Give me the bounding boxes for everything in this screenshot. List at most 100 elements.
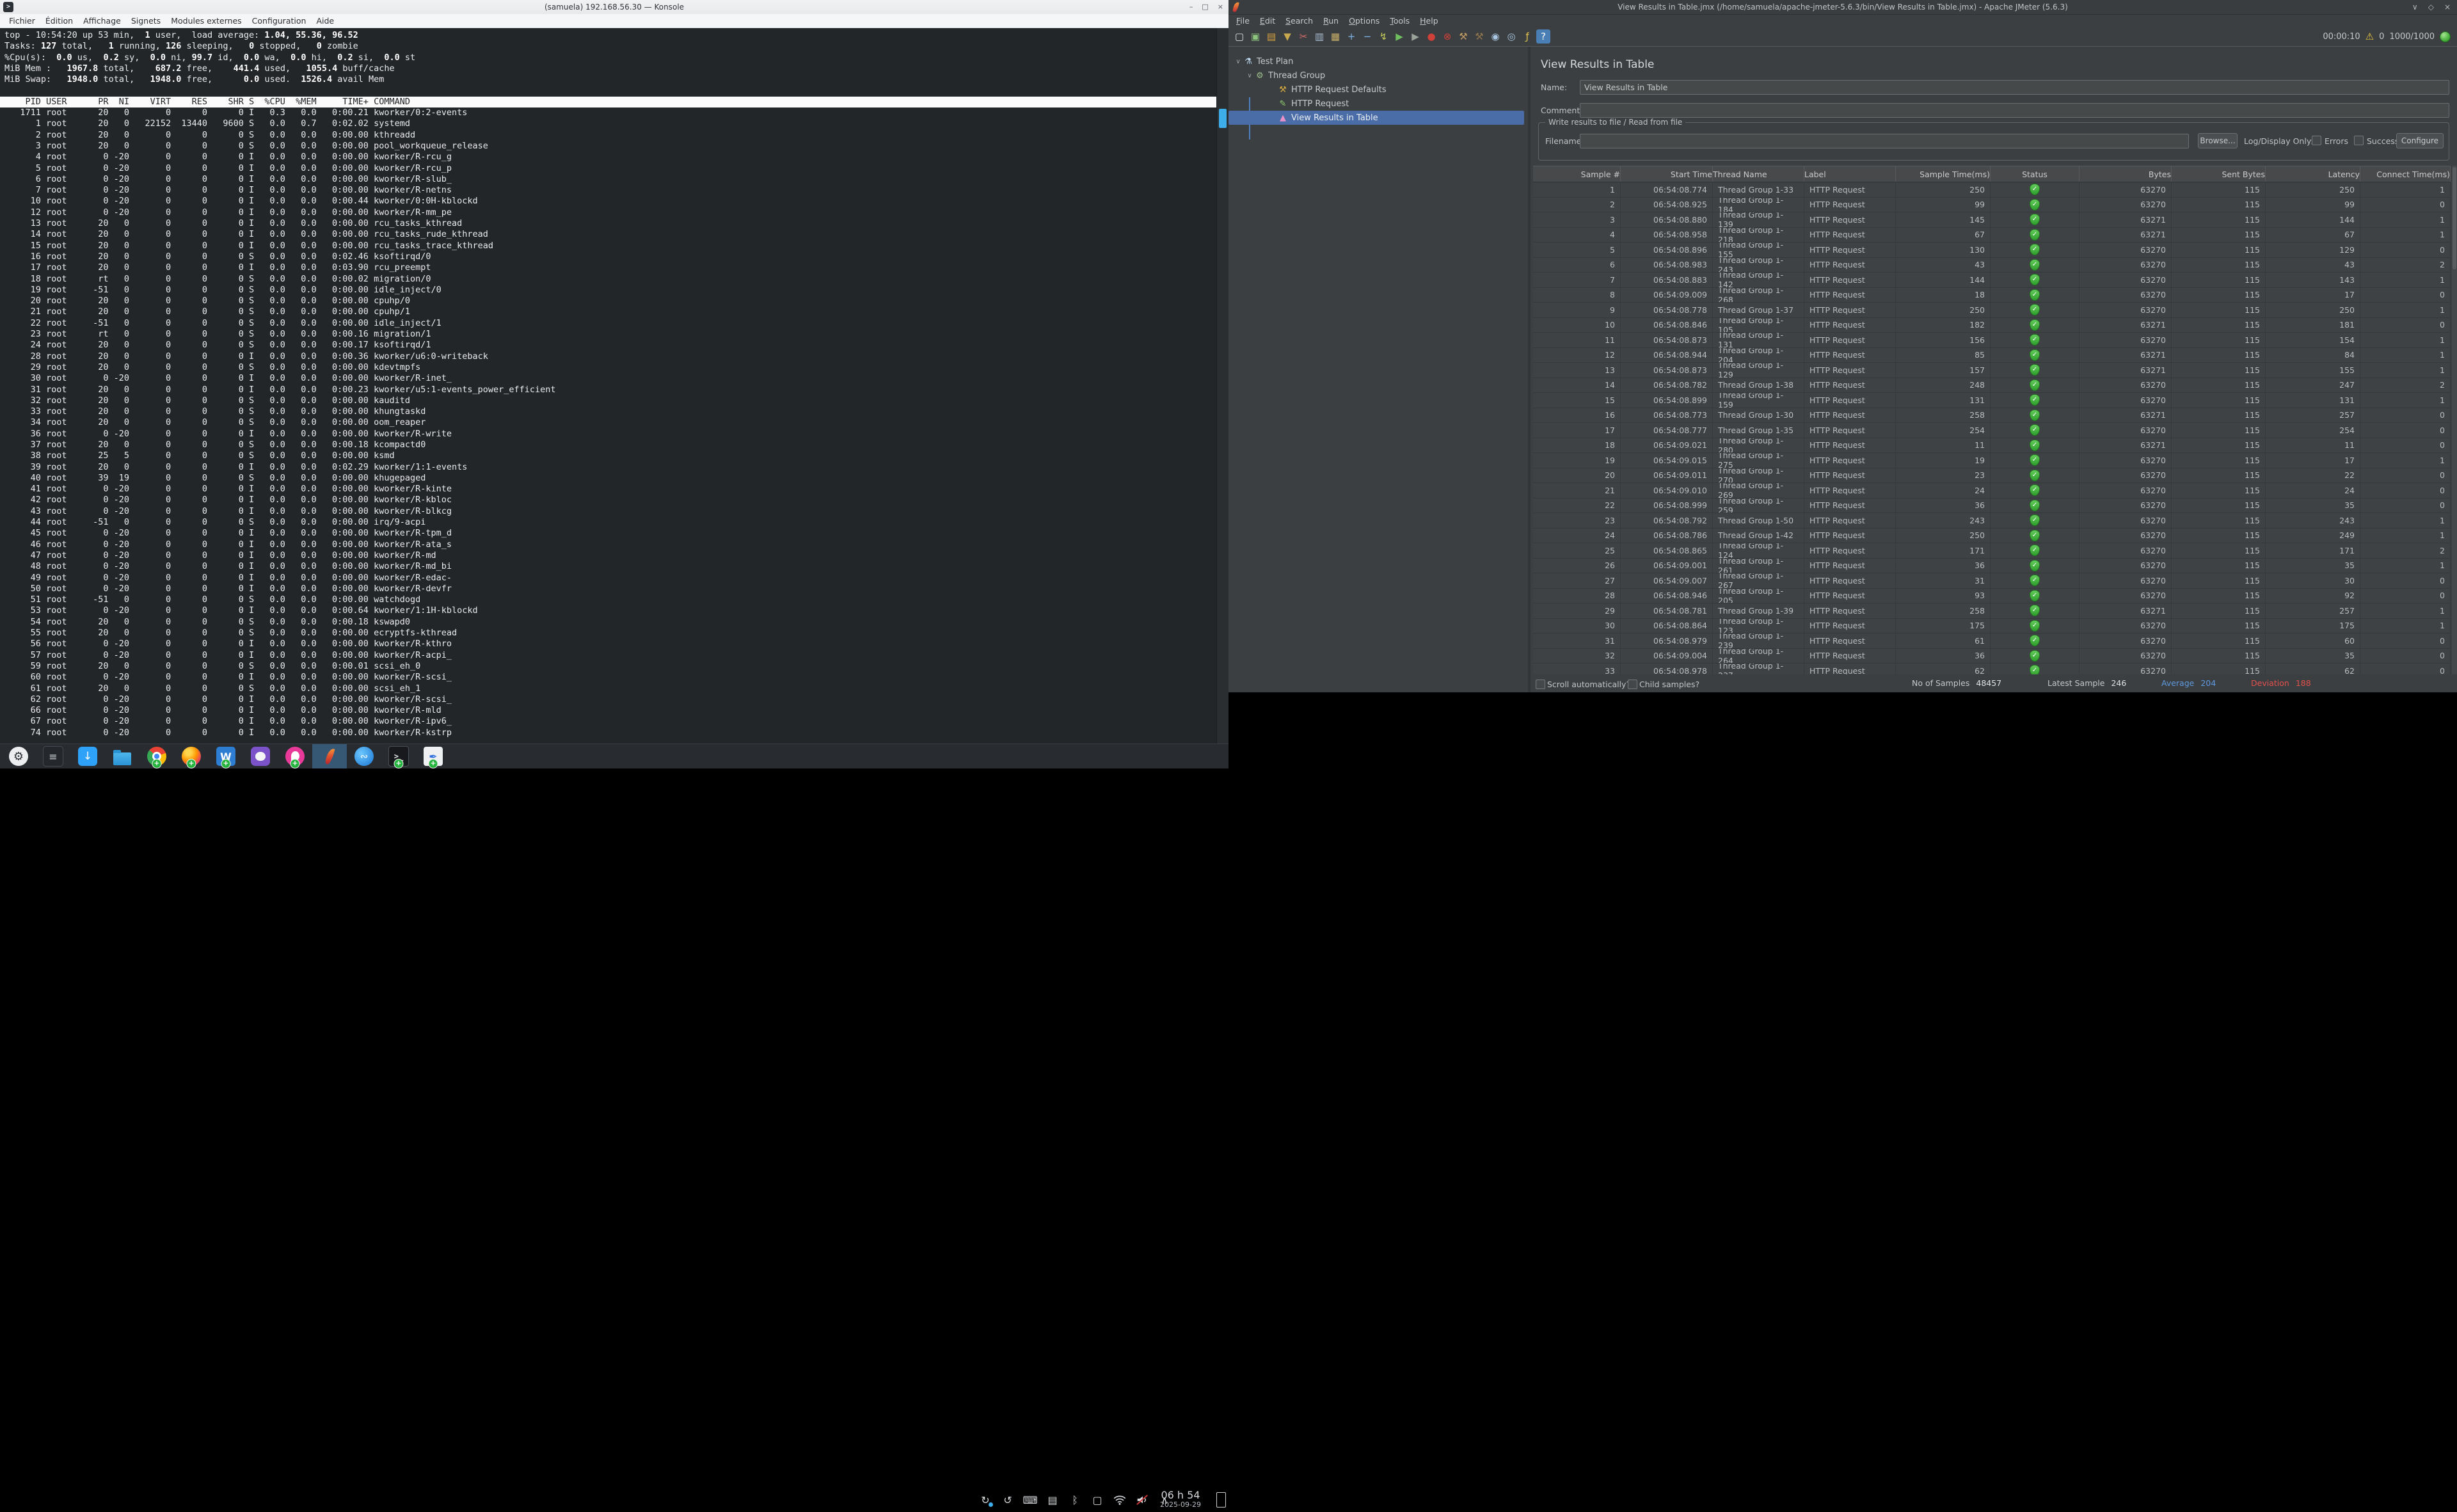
scroll-automatically-checkbox[interactable] xyxy=(1536,680,1545,689)
taskbar-firefox-icon[interactable]: + xyxy=(174,744,209,768)
toolbar-paste-icon[interactable]: ▦ xyxy=(1328,29,1342,44)
close-icon[interactable]: × xyxy=(1218,0,1223,14)
toolbar-cut-icon[interactable]: ✂ xyxy=(1296,29,1310,44)
table-row[interactable]: 906:54:08.778Thread Group 1-37HTTP Reque… xyxy=(1533,303,2451,318)
table-row[interactable]: 1406:54:08.782Thread Group 1-38HTTP Requ… xyxy=(1533,378,2451,394)
wifi-network-icon[interactable] xyxy=(1112,1492,1127,1508)
table-row[interactable]: 1606:54:08.773Thread Group 1-30HTTP Requ… xyxy=(1533,408,2451,424)
table-row[interactable]: 2106:54:09.010Thread Group 1-269HTTP Req… xyxy=(1533,483,2451,498)
table-row[interactable]: 2506:54:08.865Thread Group 1-124HTTP Req… xyxy=(1533,543,2451,559)
table-row[interactable]: 1306:54:08.873Thread Group 1-129HTTP Req… xyxy=(1533,363,2451,378)
table-row[interactable]: 1806:54:09.021Thread Group 1-280HTTP Req… xyxy=(1533,438,2451,454)
table-row[interactable]: 406:54:08.958Thread Group 1-218HTTP Requ… xyxy=(1533,228,2451,243)
jmeter-titlebar[interactable]: View Results in Table.jmx (/home/samuela… xyxy=(1228,0,2457,15)
maximize-icon[interactable]: ◇ xyxy=(2428,0,2434,14)
browse-button[interactable]: Browse... xyxy=(2198,133,2238,148)
column-header-sample-time-ms[interactable]: Sample Time(ms) xyxy=(1896,166,1991,182)
taskbar-discover-icon[interactable]: ↓ xyxy=(70,744,105,768)
taskbar-apache-jmeter-icon[interactable] xyxy=(312,744,347,768)
column-header-thread-name[interactable]: Thread Name xyxy=(1713,166,1804,182)
konsole-menu-dition[interactable]: Édition xyxy=(40,16,78,26)
table-row[interactable]: 1106:54:08.873Thread Group 1-131HTTP Req… xyxy=(1533,333,2451,348)
taskbar-app-launcher-icon[interactable]: ⚙ xyxy=(1,744,36,768)
chevron-down-icon[interactable]: ∨ xyxy=(1245,72,1254,79)
table-row[interactable]: 106:54:08.774Thread Group 1-33HTTP Reque… xyxy=(1533,182,2451,198)
taskbar-chrome-icon[interactable]: + xyxy=(139,744,174,768)
jmeter-menu-tools[interactable]: Tools xyxy=(1385,16,1415,26)
table-row[interactable]: 2306:54:08.792Thread Group 1-50HTTP Requ… xyxy=(1533,513,2451,529)
tree-item-test-plan[interactable]: ∨⚗Test Plan xyxy=(1228,54,1528,68)
errors-checkbox[interactable] xyxy=(2312,136,2321,145)
taskbar-scribus-icon[interactable]: ✒+ xyxy=(416,744,450,768)
toolbar-expand-add-icon[interactable]: + xyxy=(1344,29,1358,44)
table-row[interactable]: 2706:54:09.007Thread Group 1-267HTTP Req… xyxy=(1533,573,2451,589)
terminal-scrollbar[interactable] xyxy=(1216,28,1228,744)
show-desktop-button[interactable] xyxy=(1216,1492,1226,1508)
name-input[interactable] xyxy=(1580,80,2449,95)
table-row[interactable]: 3306:54:08.978Thread Group 1-237HTTP Req… xyxy=(1533,664,2451,674)
configure-button[interactable]: Configure xyxy=(2396,133,2444,148)
close-icon[interactable]: × xyxy=(2444,0,2451,14)
tree-item-http-request-defaults[interactable]: ⚒HTTP Request Defaults xyxy=(1228,83,1528,97)
results-scrollbar[interactable] xyxy=(2452,166,2457,674)
toolbar-stop-icon[interactable]: ● xyxy=(1424,29,1438,44)
toolbar-function-helper-icon[interactable]: ƒ xyxy=(1520,29,1534,44)
konsole-menu-configuration[interactable]: Configuration xyxy=(247,16,312,26)
table-row[interactable]: 2906:54:08.781Thread Group 1-39HTTP Requ… xyxy=(1533,603,2451,619)
jmeter-menu-edit[interactable]: Edit xyxy=(1255,16,1280,26)
table-row[interactable]: 806:54:09.009Thread Group 1-268HTTP Requ… xyxy=(1533,288,2451,303)
jmeter-menu-options[interactable]: Options xyxy=(1344,16,1385,26)
jmeter-menu-search[interactable]: Search xyxy=(1280,16,1318,26)
konsole-menu-affichage[interactable]: Affichage xyxy=(78,16,126,26)
child-samples-checkbox[interactable] xyxy=(1628,680,1637,689)
taskbar-konsole-icon[interactable]: >_+ xyxy=(381,744,416,768)
keyboard-layout-icon[interactable]: ⌨ xyxy=(1022,1492,1038,1508)
filename-input[interactable] xyxy=(1580,134,2189,148)
toolbar-start-no-timers-icon[interactable]: ▶ xyxy=(1408,29,1422,44)
column-header-sample[interactable]: Sample # xyxy=(1533,166,1621,182)
table-row[interactable]: 1006:54:08.846Thread Group 1-105HTTP Req… xyxy=(1533,318,2451,333)
column-header-connect-time-ms[interactable]: Connect Time(ms) xyxy=(2360,166,2451,182)
toolbar-start-icon[interactable]: ▶ xyxy=(1392,29,1406,44)
table-row[interactable]: 306:54:08.880Thread Group 1-139HTTP Requ… xyxy=(1533,212,2451,228)
taskbar-falkon-browser-icon[interactable]: ∾ xyxy=(347,744,381,768)
toolbar-new-test-plan-icon[interactable]: ▢ xyxy=(1232,29,1246,44)
toolbar-save-icon[interactable]: ▼ xyxy=(1280,29,1294,44)
taskbar-file-manager-icon[interactable] xyxy=(105,744,139,768)
tree-item-view-results-in-table[interactable]: ▲View Results in Table xyxy=(1228,111,1524,125)
toolbar-help-icon[interactable]: ? xyxy=(1536,29,1550,44)
konsole-menu-modules-externes[interactable]: Modules externes xyxy=(166,16,246,26)
jmeter-menu-run[interactable]: Run xyxy=(1318,16,1344,26)
konsole-menu-signets[interactable]: Signets xyxy=(126,16,166,26)
table-row[interactable]: 3106:54:08.979Thread Group 1-239HTTP Req… xyxy=(1533,633,2451,649)
table-row[interactable]: 2606:54:09.001Thread Group 1-261HTTP Req… xyxy=(1533,559,2451,574)
column-header-start-time[interactable]: Start Time xyxy=(1621,166,1713,182)
taskbar-vmware-workstation-icon[interactable]: W+ xyxy=(209,744,243,768)
table-row[interactable]: 1906:54:09.015Thread Group 1-275HTTP Req… xyxy=(1533,453,2451,468)
display-configuration-icon[interactable]: ▢ xyxy=(1090,1492,1105,1508)
toolbar-copy-icon[interactable]: ▥ xyxy=(1312,29,1326,44)
volume-muted-icon[interactable] xyxy=(1134,1492,1150,1508)
table-row[interactable]: 706:54:08.883Thread Group 1-142HTTP Requ… xyxy=(1533,273,2451,288)
taskbar-github-desktop-icon[interactable] xyxy=(243,744,278,768)
taskbar-system-settings-icon[interactable]: ≡ xyxy=(36,744,70,768)
toolbar-search-icon[interactable]: ◉ xyxy=(1488,29,1502,44)
minimize-icon[interactable]: ∨ xyxy=(2412,0,2418,14)
toolbar-reset-search-icon[interactable]: ◎ xyxy=(1504,29,1518,44)
toolbar-collapse-remove-icon[interactable]: − xyxy=(1360,29,1374,44)
toolbar-shutdown-icon[interactable]: ⊗ xyxy=(1440,29,1454,44)
table-row[interactable]: 1206:54:08.944Thread Group 1-204HTTP Req… xyxy=(1533,348,2451,363)
minimize-icon[interactable]: – xyxy=(1189,0,1193,14)
toolbar-clear-all-icon[interactable]: ⚒ xyxy=(1472,29,1486,44)
taskbar-media-player-icon[interactable]: + xyxy=(278,744,312,768)
table-row[interactable]: 1706:54:08.777Thread Group 1-35HTTP Requ… xyxy=(1533,423,2451,438)
toolbar-templates-icon[interactable]: ▣ xyxy=(1248,29,1262,44)
table-row[interactable]: 2806:54:08.946Thread Group 1-205HTTP Req… xyxy=(1533,589,2451,604)
jmeter-menu-help[interactable]: Help xyxy=(1415,16,1443,26)
toolbar-clear-icon[interactable]: ⚒ xyxy=(1456,29,1470,44)
results-scrollbar-thumb[interactable] xyxy=(2453,167,2456,269)
table-row[interactable]: 2006:54:09.011Thread Group 1-270HTTP Req… xyxy=(1533,468,2451,484)
column-header-status[interactable]: Status xyxy=(1991,166,2079,182)
table-row[interactable]: 3006:54:08.864Thread Group 1-123HTTP Req… xyxy=(1533,619,2451,634)
background-activity-icon[interactable]: ↺ xyxy=(1000,1492,1015,1508)
